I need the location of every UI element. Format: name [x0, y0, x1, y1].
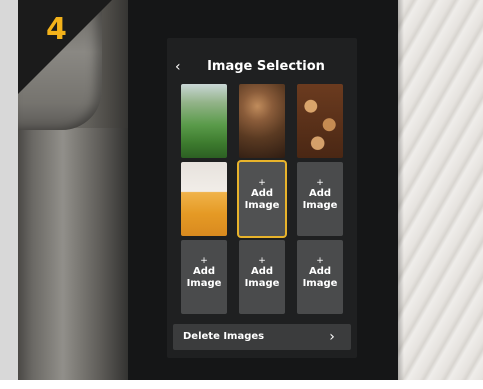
plus-icon: +	[200, 256, 208, 266]
page-title: Image Selection	[207, 59, 325, 74]
add-image-label-line2: Image	[302, 278, 338, 289]
add-image-button[interactable]: + Add Image	[181, 240, 227, 314]
plus-icon: +	[316, 256, 324, 266]
add-image-button[interactable]: + Add Image	[239, 240, 285, 314]
back-icon[interactable]: ‹	[175, 58, 187, 76]
image-tile-cups[interactable]	[297, 84, 343, 158]
panel-shadow	[398, 0, 404, 389]
add-image-label-line1: Add	[308, 188, 332, 199]
touchscreen: ‹ Image Selection + Add Image + Add Imag…	[167, 38, 357, 358]
add-image-label-line1: Add	[250, 188, 274, 199]
plus-icon: +	[258, 256, 266, 266]
plus-icon: +	[258, 178, 266, 188]
add-image-label-line1: Add	[192, 266, 216, 277]
add-image-button[interactable]: + Add Image	[297, 240, 343, 314]
add-image-label-line2: Image	[186, 278, 222, 289]
step-number: 4	[46, 12, 67, 47]
bottom-border	[0, 380, 483, 389]
add-image-label-line2: Image	[244, 278, 280, 289]
add-image-button[interactable]: + Add Image	[297, 162, 343, 236]
delete-images-button[interactable]: Delete Images ›	[173, 324, 351, 350]
plus-icon: +	[316, 178, 324, 188]
delete-images-label: Delete Images	[183, 331, 265, 342]
add-image-label-line2: Image	[244, 200, 280, 211]
image-tile-beans[interactable]	[239, 84, 285, 158]
step-badge: 4	[18, 0, 112, 94]
add-image-label-line1: Add	[308, 266, 332, 277]
chevron-right-icon: ›	[329, 329, 335, 345]
screen-header: ‹ Image Selection	[167, 58, 357, 76]
add-image-button[interactable]: + Add Image	[239, 162, 285, 236]
appliance-door-lower	[18, 128, 136, 389]
image-tile-tea[interactable]	[181, 84, 227, 158]
add-image-label-line2: Image	[302, 200, 338, 211]
background-panel	[398, 0, 483, 389]
add-image-label-line1: Add	[250, 266, 274, 277]
image-tile-mug[interactable]	[181, 162, 227, 236]
